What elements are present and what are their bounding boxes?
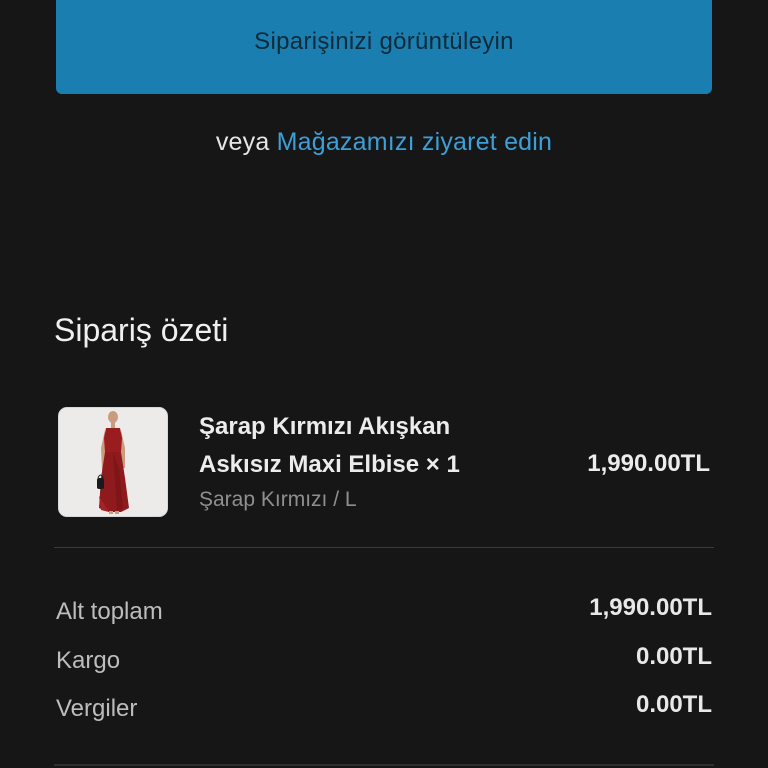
shipping-row: Kargo 0.00TL [56, 643, 712, 692]
taxes-row: Vergiler 0.00TL [56, 691, 712, 740]
visit-store-link[interactable]: Mağazamızı ziyaret edin [277, 128, 553, 156]
order-line-item: Şarap Kırmızı Akışkan Askısız Maxi Elbis… [58, 406, 712, 518]
order-summary-title: Sipariş özeti [54, 312, 229, 348]
taxes-label: Vergiler [56, 695, 138, 722]
order-confirmation-page: Siparişinizi görüntüleyin veya Mağazamız… [0, 0, 768, 768]
subtotal-value: 1,990.00TL [589, 594, 712, 621]
product-thumbnail [58, 407, 168, 517]
product-photo-red-maxi-dress [59, 408, 167, 516]
taxes-value: 0.00TL [635, 691, 712, 718]
subtotal-label: Alt toplam [56, 598, 163, 625]
subtotal-row: Alt toplam 1,990.00TL [56, 594, 712, 643]
shipping-value: 0.00TL [635, 642, 712, 670]
summary-divider [54, 547, 714, 548]
product-price: 1,990.00TL [587, 450, 710, 477]
product-variant: Şarap Kırmızı / L [199, 488, 357, 511]
view-order-button-label: Siparişinizi görüntüleyin [254, 28, 514, 55]
alternative-action-line: veya Mağazamızı ziyaret edin [0, 128, 768, 157]
or-text: veya [215, 128, 270, 156]
totals-list: Alt toplam 1,990.00TL Kargo 0.00TL Vergi… [56, 594, 712, 740]
product-name: Şarap Kırmızı Akışkan Askısız Maxi Elbis… [199, 413, 460, 478]
view-order-button[interactable]: Siparişinizi görüntüleyin [56, 0, 712, 94]
bottom-divider [54, 764, 714, 766]
shipping-label: Kargo [56, 646, 121, 674]
